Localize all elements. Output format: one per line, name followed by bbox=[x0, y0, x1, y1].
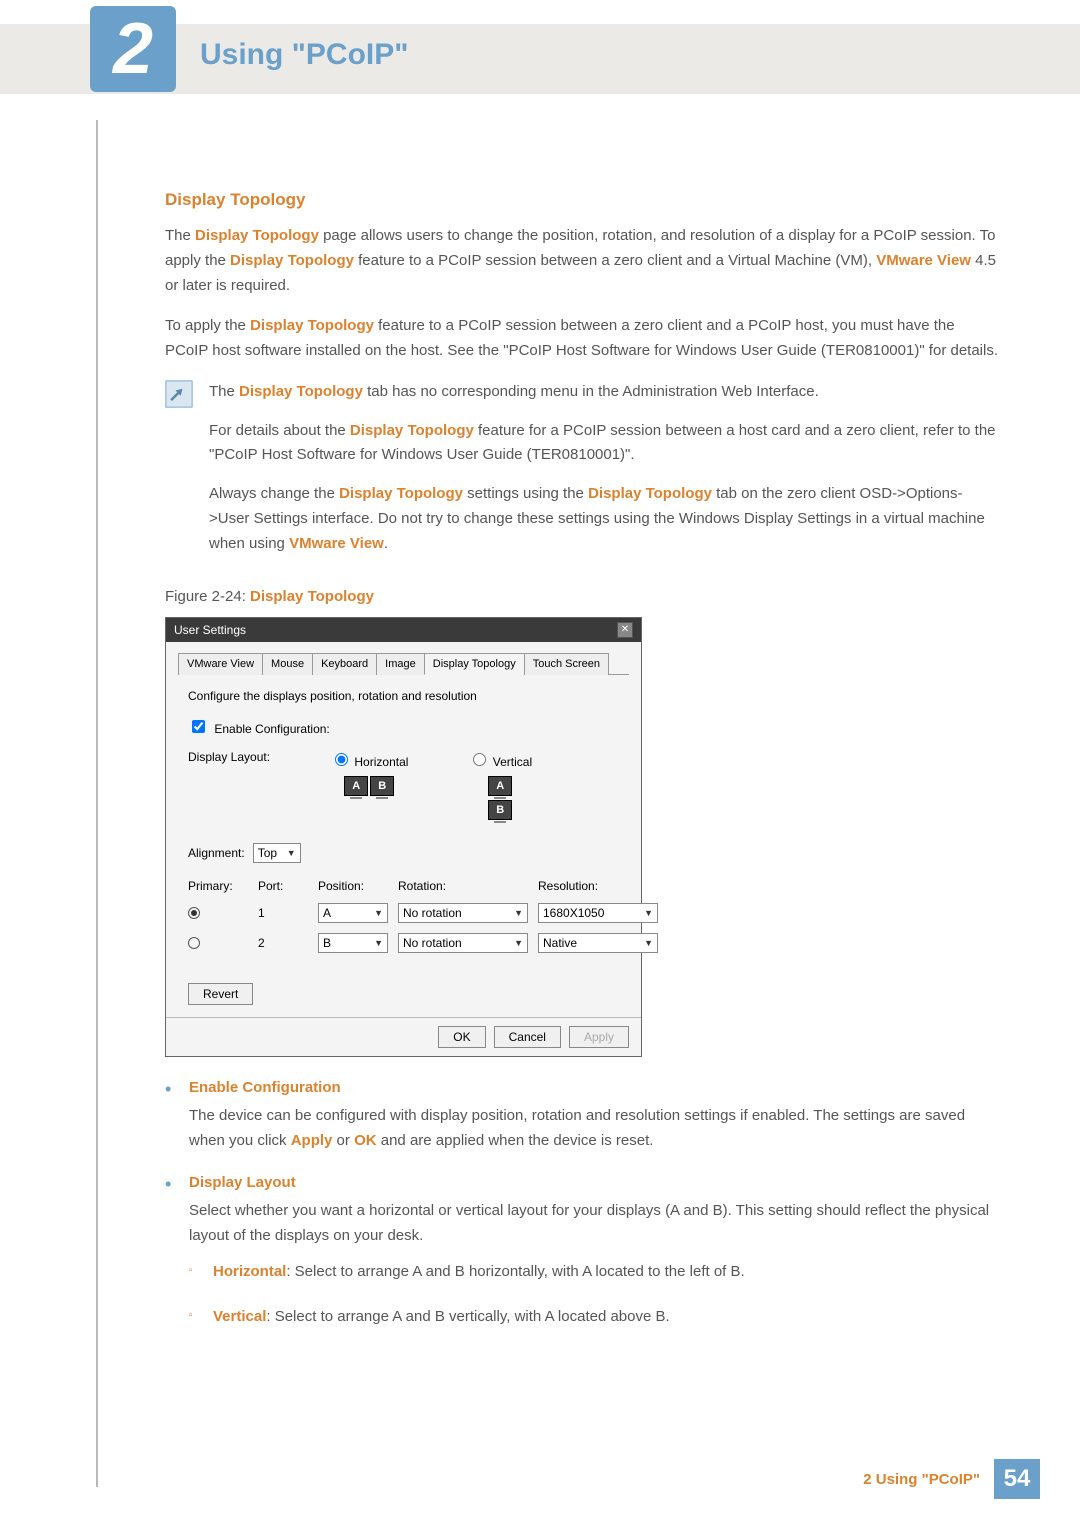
resolution-dropdown-2[interactable]: Native▼ bbox=[538, 933, 658, 953]
layout-horizontal-label: Horizontal bbox=[354, 755, 408, 769]
revert-button[interactable]: Revert bbox=[188, 983, 253, 1005]
close-icon[interactable]: ✕ bbox=[617, 622, 633, 638]
page-footer: 2 Using "PCoIP" 54 bbox=[863, 1459, 1040, 1499]
intro-text: Configure the displays position, rotatio… bbox=[188, 689, 619, 703]
note-icon bbox=[165, 380, 199, 571]
primary-radio-1[interactable] bbox=[188, 907, 200, 919]
chevron-down-icon: ▼ bbox=[644, 908, 653, 918]
note-line-2: For details about the Display Topology f… bbox=[209, 419, 1000, 469]
resolution-dropdown-1[interactable]: 1680X1050▼ bbox=[538, 903, 658, 923]
chapter-number-badge: 2 bbox=[90, 6, 176, 92]
chevron-down-icon: ▼ bbox=[644, 938, 653, 948]
square-bullet-icon: ▫ bbox=[189, 1260, 213, 1297]
table-row: 1 A▼ No rotation▼ 1680X1050▼ bbox=[188, 903, 619, 923]
position-dropdown-1[interactable]: A▼ bbox=[318, 903, 388, 923]
note-line-1: The Display Topology tab has no correspo… bbox=[209, 380, 1000, 405]
primary-radio-2[interactable] bbox=[188, 937, 200, 949]
def-enable-text: The device can be configured with displa… bbox=[189, 1104, 1000, 1154]
footer-page-number: 54 bbox=[994, 1459, 1040, 1499]
chevron-down-icon: ▼ bbox=[514, 938, 523, 948]
horizontal-layout-icon: A B bbox=[343, 775, 395, 799]
cancel-button[interactable]: Cancel bbox=[494, 1026, 561, 1048]
enable-configuration-label: Enable Configuration: bbox=[214, 722, 329, 736]
alignment-dropdown[interactable]: Top▼ bbox=[253, 843, 301, 863]
vertical-layout-icon: A B bbox=[487, 775, 513, 823]
chevron-down-icon: ▼ bbox=[374, 908, 383, 918]
bullet-icon: • bbox=[165, 1079, 189, 1166]
note-line-3: Always change the Display Topology setti… bbox=[209, 482, 1000, 556]
side-rule bbox=[96, 120, 98, 1487]
port-value: 2 bbox=[258, 936, 308, 950]
table-header: Primary: Port: Position: Rotation: Resol… bbox=[188, 879, 619, 893]
def-layout-title: Display Layout bbox=[189, 1174, 1000, 1191]
user-settings-dialog: User Settings ✕ VMware View Mouse Keyboa… bbox=[165, 617, 642, 1057]
enable-configuration-checkbox[interactable] bbox=[192, 720, 205, 733]
layout-vertical-radio[interactable] bbox=[473, 753, 486, 766]
square-bullet-icon: ▫ bbox=[189, 1305, 213, 1342]
footer-chapter-label: 2 Using "PCoIP" bbox=[863, 1471, 980, 1488]
def-layout-v: Vertical: Select to arrange A and B vert… bbox=[213, 1305, 1000, 1330]
def-layout-text: Select whether you want a horizontal or … bbox=[189, 1199, 1000, 1249]
layout-horizontal-radio[interactable] bbox=[335, 753, 348, 766]
tab-display-topology[interactable]: Display Topology bbox=[424, 653, 525, 675]
tab-keyboard[interactable]: Keyboard bbox=[312, 653, 377, 675]
tab-image[interactable]: Image bbox=[376, 653, 425, 675]
def-enable-title: Enable Configuration bbox=[189, 1079, 1000, 1096]
ok-button[interactable]: OK bbox=[438, 1026, 485, 1048]
layout-vertical-label: Vertical bbox=[493, 755, 532, 769]
paragraph-intro-2: To apply the Display Topology feature to… bbox=[165, 314, 1000, 364]
tab-vmware-view[interactable]: VMware View bbox=[178, 653, 263, 675]
paragraph-intro-1: The Display Topology page allows users t… bbox=[165, 224, 1000, 298]
tab-mouse[interactable]: Mouse bbox=[262, 653, 313, 675]
figure-caption: Figure 2-24: Display Topology bbox=[165, 588, 1000, 605]
table-row: 2 B▼ No rotation▼ Native▼ bbox=[188, 933, 619, 953]
chapter-title: Using "PCoIP" bbox=[200, 38, 408, 72]
display-layout-label: Display Layout: bbox=[188, 750, 270, 764]
rotation-dropdown-1[interactable]: No rotation▼ bbox=[398, 903, 528, 923]
chevron-down-icon: ▼ bbox=[287, 848, 296, 858]
tab-touch-screen[interactable]: Touch Screen bbox=[524, 653, 609, 675]
def-layout-h: Horizontal: Select to arrange A and B ho… bbox=[213, 1260, 1000, 1285]
note-block: The Display Topology tab has no correspo… bbox=[165, 380, 1000, 571]
port-value: 1 bbox=[258, 906, 308, 920]
chevron-down-icon: ▼ bbox=[374, 938, 383, 948]
position-dropdown-2[interactable]: B▼ bbox=[318, 933, 388, 953]
rotation-dropdown-2[interactable]: No rotation▼ bbox=[398, 933, 528, 953]
dialog-title: User Settings bbox=[174, 623, 246, 637]
alignment-label: Alignment: bbox=[188, 846, 245, 860]
section-title: Display Topology bbox=[165, 190, 1000, 210]
bullet-icon: • bbox=[165, 1174, 189, 1350]
apply-button[interactable]: Apply bbox=[569, 1026, 629, 1048]
chevron-down-icon: ▼ bbox=[514, 908, 523, 918]
dialog-tabs: VMware View Mouse Keyboard Image Display… bbox=[178, 652, 629, 675]
